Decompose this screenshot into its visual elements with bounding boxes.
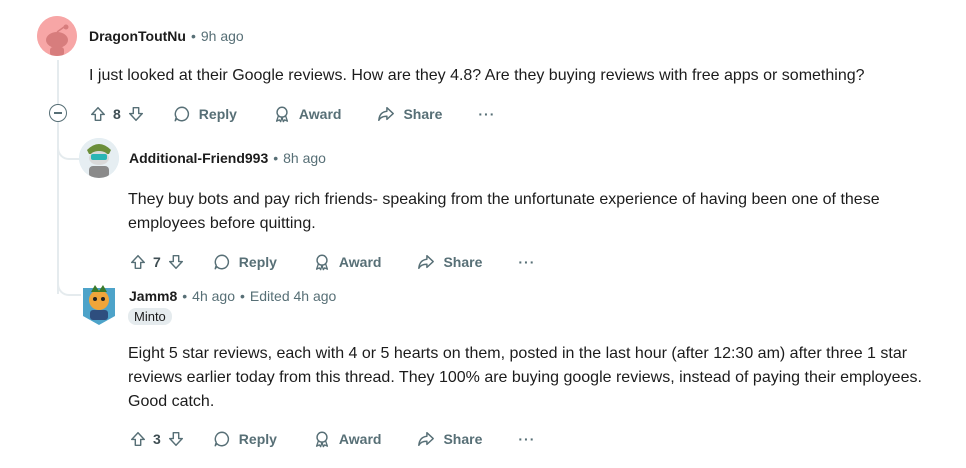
vote-count: 7 xyxy=(153,254,161,270)
comment-header: DragonToutNu • 9h ago xyxy=(89,28,244,44)
collapse-thread-button[interactable] xyxy=(49,104,67,122)
comment-actions: 8 Reply Award Share ··· xyxy=(89,99,495,129)
avatar[interactable] xyxy=(79,138,119,178)
share-label: Share xyxy=(443,431,483,447)
share-label: Share xyxy=(403,106,443,122)
separator: • xyxy=(273,150,279,166)
reply-label: Reply xyxy=(198,106,237,122)
comment-header: Jamm8 • 4h ago • Edited 4h ago xyxy=(129,288,336,304)
separator: • xyxy=(190,28,196,44)
share-button[interactable]: Share xyxy=(417,430,482,448)
downvote-icon[interactable] xyxy=(167,253,185,271)
upvote-icon[interactable] xyxy=(129,253,147,271)
separator: • xyxy=(240,288,245,304)
award-icon xyxy=(315,431,328,448)
vote-count: 3 xyxy=(153,431,161,447)
award-icon xyxy=(275,106,288,123)
timestamp[interactable]: 8h ago xyxy=(283,150,326,166)
more-options-button[interactable]: ··· xyxy=(518,431,535,447)
share-button[interactable]: Share xyxy=(417,253,482,271)
award-button[interactable]: Award xyxy=(313,430,382,448)
snoo-avatar-icon xyxy=(37,16,77,56)
comment-body: Eight 5 star reviews, each with 4 or 5 h… xyxy=(128,345,922,410)
share-label: Share xyxy=(443,254,483,270)
custom-avatar-icon xyxy=(79,138,119,178)
comment-header: Additional-Friend993 • 8h ago xyxy=(129,150,326,166)
comment-bubble-icon xyxy=(214,431,229,447)
reply-label: Reply xyxy=(238,431,277,447)
share-icon xyxy=(418,254,435,270)
award-icon xyxy=(315,254,328,271)
vote-group: 8 xyxy=(89,105,145,123)
reply-button[interactable]: Reply xyxy=(173,105,237,123)
upvote-icon[interactable] xyxy=(89,105,107,123)
thread-line xyxy=(57,60,59,104)
more-options-button[interactable]: ··· xyxy=(518,254,535,270)
share-icon xyxy=(418,431,435,447)
award-button[interactable]: Award xyxy=(273,105,342,123)
share-button[interactable]: Share xyxy=(377,105,442,123)
username[interactable]: Jamm8 xyxy=(129,288,177,304)
thread-branch xyxy=(57,130,81,160)
timestamp[interactable]: 4h ago xyxy=(192,288,235,304)
edited-label: Edited 4h ago xyxy=(249,288,337,304)
user-flair: Minto xyxy=(128,308,172,325)
avatar[interactable] xyxy=(37,16,77,56)
username[interactable]: DragonToutNu xyxy=(89,28,186,44)
downvote-icon[interactable] xyxy=(167,430,185,448)
reply-label: Reply xyxy=(238,254,277,270)
vote-group: 7 xyxy=(129,253,185,271)
award-label: Award xyxy=(298,106,342,122)
reply-button[interactable]: Reply xyxy=(213,430,277,448)
award-label: Award xyxy=(338,431,382,447)
share-icon xyxy=(378,106,395,122)
separator: • xyxy=(182,288,188,304)
comment-actions: 3 Reply Award Share ··· xyxy=(129,424,535,454)
custom-avatar-icon xyxy=(83,285,115,325)
minus-icon xyxy=(54,112,62,114)
thread-branch xyxy=(57,270,81,296)
username[interactable]: Additional-Friend993 xyxy=(129,150,268,166)
vote-group: 3 xyxy=(129,430,185,448)
comment-body: I just looked at their Google reviews. H… xyxy=(89,67,865,84)
avatar[interactable] xyxy=(79,282,119,326)
comment-body: They buy bots and pay rich friends- spea… xyxy=(128,191,880,232)
comment-bubble-icon xyxy=(214,254,229,270)
timestamp[interactable]: 9h ago xyxy=(201,28,244,44)
reply-button[interactable]: Reply xyxy=(213,253,277,271)
award-label: Award xyxy=(338,254,382,270)
downvote-icon[interactable] xyxy=(127,105,145,123)
upvote-icon[interactable] xyxy=(129,430,147,448)
vote-count: 8 xyxy=(113,106,121,122)
more-options-button[interactable]: ··· xyxy=(478,106,495,122)
comment-bubble-icon xyxy=(174,106,189,122)
award-button[interactable]: Award xyxy=(313,253,382,271)
comment-actions: 7 Reply Award Share ··· xyxy=(129,247,535,277)
